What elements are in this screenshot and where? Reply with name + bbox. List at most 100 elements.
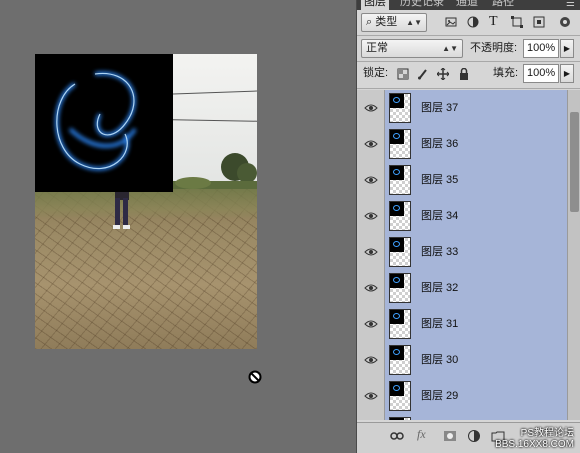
tab-channels[interactable]: 通道 xyxy=(453,0,481,10)
fill-label: 填充: xyxy=(493,67,519,79)
adjustment-layer-icon[interactable] xyxy=(467,429,481,443)
divider xyxy=(357,88,580,89)
layer-thumbnail xyxy=(389,201,411,231)
eye-icon xyxy=(364,176,378,184)
not-allowed-cursor-icon xyxy=(248,370,262,384)
layer-name[interactable]: 图层 34 xyxy=(421,198,458,234)
lock-image-pixels-icon[interactable] xyxy=(417,68,429,80)
fill-slider-toggle[interactable]: ▶ xyxy=(560,64,574,83)
tab-layers[interactable]: 图层 xyxy=(361,0,389,10)
fill-input[interactable]: 100% xyxy=(523,64,559,83)
smart-object-filter-icon[interactable] xyxy=(533,16,545,28)
eye-icon xyxy=(364,104,378,112)
document-canvas-area[interactable] xyxy=(0,0,356,453)
layer-row[interactable]: 图层 29 xyxy=(357,378,567,414)
search-icon: ⌕ xyxy=(366,16,376,28)
lock-all-icon[interactable] xyxy=(458,68,470,80)
filter-toggle-icon[interactable] xyxy=(557,14,573,30)
opacity-input[interactable]: 100% xyxy=(523,39,559,58)
layer-thumbnail xyxy=(389,165,411,195)
watermark-line1: PS教程论坛 xyxy=(520,428,574,439)
layer-selection-highlight xyxy=(385,342,567,378)
watermark-line2: BBS.16XX8.COM xyxy=(495,439,574,450)
layer-selection-highlight xyxy=(385,234,567,270)
layers-scrollbar[interactable] xyxy=(567,90,580,420)
eye-icon xyxy=(364,212,378,220)
layer-thumbnail xyxy=(389,237,411,267)
layer-thumbnail xyxy=(389,273,411,303)
layer-name[interactable]: 图层 36 xyxy=(421,126,458,162)
layer-thumbnail xyxy=(389,381,411,411)
layer-row[interactable] xyxy=(357,414,567,420)
filter-kind-dropdown[interactable]: ⌕ 类型 ▲▼ xyxy=(361,13,427,32)
layer-row[interactable]: 图层 32 xyxy=(357,270,567,306)
layer-selection-highlight xyxy=(385,90,567,126)
layer-thumbnail xyxy=(389,309,411,339)
eye-icon xyxy=(364,320,378,328)
visibility-toggle[interactable] xyxy=(357,126,385,162)
layer-row[interactable]: 图层 37 xyxy=(357,90,567,126)
fx-icon[interactable]: fx xyxy=(417,427,431,441)
layer-thumbnail xyxy=(389,129,411,159)
divider xyxy=(357,35,580,36)
lock-transparent-pixels-icon[interactable] xyxy=(397,68,409,80)
layer-thumbnail xyxy=(389,417,411,420)
layer-selection-highlight xyxy=(385,270,567,306)
layer-name[interactable]: 图层 30 xyxy=(421,342,458,378)
visibility-toggle[interactable] xyxy=(357,378,385,414)
blend-mode-label: 正常 xyxy=(366,42,388,54)
visibility-toggle[interactable] xyxy=(357,90,385,126)
layer-row[interactable]: 图层 31 xyxy=(357,306,567,342)
type-filter-icon[interactable]: T xyxy=(489,12,498,31)
layer-thumbnail xyxy=(389,345,411,375)
adjustment-filter-icon[interactable] xyxy=(467,16,479,28)
lock-position-icon[interactable] xyxy=(437,68,449,80)
layer-row[interactable]: 图层 34 xyxy=(357,198,567,234)
scrollbar-thumb[interactable] xyxy=(570,112,579,212)
layer-name[interactable]: 图层 31 xyxy=(421,306,458,342)
tab-paths[interactable]: 路径 xyxy=(489,0,517,10)
layer-row[interactable]: 图层 33 xyxy=(357,234,567,270)
visibility-toggle[interactable] xyxy=(357,342,385,378)
layer-name[interactable]: 图层 33 xyxy=(421,234,458,270)
layer-selection-highlight xyxy=(385,198,567,234)
layer-name[interactable]: 图层 32 xyxy=(421,270,458,306)
layer-selection-highlight xyxy=(385,378,567,414)
shape-filter-icon[interactable] xyxy=(511,16,523,28)
layer-selection-highlight xyxy=(385,306,567,342)
dropdown-arrow-icon: ▲▼ xyxy=(442,44,458,53)
add-mask-icon[interactable] xyxy=(443,429,457,443)
visibility-toggle[interactable] xyxy=(357,270,385,306)
layers-list[interactable]: 图层 37 图层 36 图层 35 图层 34 图层 33 图层 32 图层 3… xyxy=(357,90,567,420)
visibility-toggle[interactable] xyxy=(357,198,385,234)
opacity-label: 不透明度: xyxy=(470,42,518,54)
pixel-filter-icon[interactable] xyxy=(445,16,457,28)
layer-row[interactable]: 图层 36 xyxy=(357,126,567,162)
layer-name[interactable]: 图层 35 xyxy=(421,162,458,198)
tab-history[interactable]: 历史记录 xyxy=(397,0,447,10)
watermark: PS教程论坛 BBS.16XX8.COM xyxy=(495,428,574,450)
layer-thumbnail xyxy=(389,93,411,123)
eye-icon xyxy=(364,356,378,364)
blend-mode-dropdown[interactable]: 正常 ▲▼ xyxy=(361,39,463,58)
person-legs xyxy=(113,192,130,229)
link-layers-icon[interactable] xyxy=(390,429,404,443)
visibility-toggle[interactable] xyxy=(357,234,385,270)
panel-menu-icon[interactable]: ☰ xyxy=(566,0,575,9)
visibility-toggle[interactable] xyxy=(357,306,385,342)
layer-row[interactable]: 图层 30 xyxy=(357,342,567,378)
document-image[interactable] xyxy=(35,54,257,349)
layer-name[interactable]: 图层 37 xyxy=(421,90,458,126)
dropdown-arrow-icon: ▲▼ xyxy=(406,18,422,27)
lock-label: 锁定: xyxy=(363,67,389,79)
visibility-toggle[interactable] xyxy=(357,162,385,198)
layer-selection-highlight xyxy=(385,162,567,198)
layer-row[interactable]: 图层 35 xyxy=(357,162,567,198)
light-glow-layer xyxy=(35,54,173,192)
visibility-toggle[interactable] xyxy=(357,414,385,420)
eye-icon xyxy=(364,284,378,292)
layer-name[interactable]: 图层 29 xyxy=(421,378,458,414)
opacity-slider-toggle[interactable]: ▶ xyxy=(560,39,574,58)
eye-icon xyxy=(364,392,378,400)
eye-icon xyxy=(364,140,378,148)
